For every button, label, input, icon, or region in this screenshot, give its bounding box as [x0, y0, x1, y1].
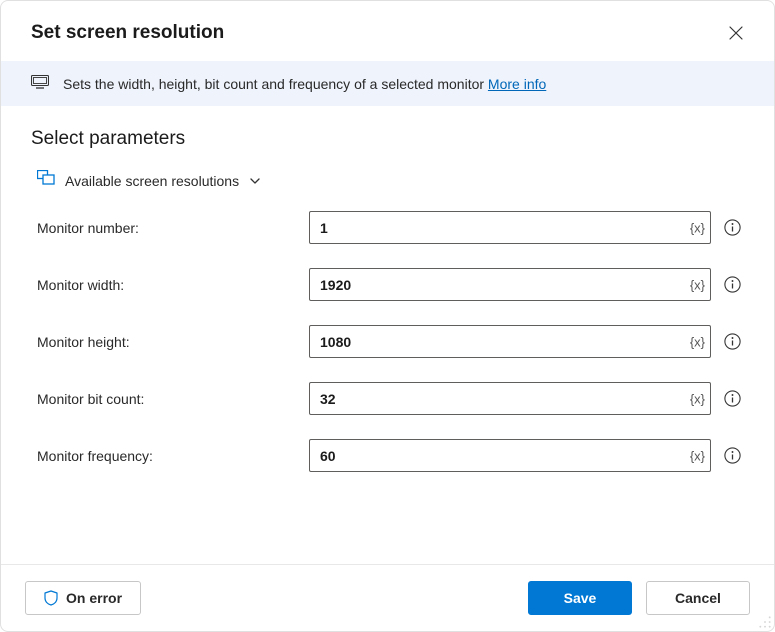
monitor-height-info[interactable]	[721, 331, 743, 353]
section-title: Select parameters	[31, 128, 744, 150]
monitor-width-input[interactable]	[309, 268, 711, 301]
info-icon	[724, 276, 741, 293]
info-banner-text: Sets the width, height, bit count and fr…	[63, 76, 546, 92]
info-banner-message: Sets the width, height, bit count and fr…	[63, 76, 488, 92]
monitor-bit-count-info[interactable]	[721, 388, 743, 410]
save-button[interactable]: Save	[528, 581, 632, 615]
expression-button[interactable]: {x}	[690, 448, 705, 463]
more-info-link[interactable]: More info	[488, 76, 546, 92]
expression-button[interactable]: {x}	[690, 220, 705, 235]
monitor-frequency-info[interactable]	[721, 445, 743, 467]
monitor-height-input-wrap: {x}	[309, 325, 711, 358]
available-resolutions-label: Available screen resolutions	[65, 173, 239, 189]
on-error-label: On error	[66, 590, 122, 606]
monitor-height-input[interactable]	[309, 325, 711, 358]
field-row-monitor-number: Monitor number: {x}	[31, 211, 744, 244]
resolutions-icon	[37, 170, 55, 191]
monitor-icon	[31, 75, 49, 92]
dialog-header: Set screen resolution	[1, 1, 774, 61]
monitor-number-info[interactable]	[721, 217, 743, 239]
field-row-monitor-bit-count: Monitor bit count: {x}	[31, 382, 744, 415]
info-banner: Sets the width, height, bit count and fr…	[1, 61, 774, 106]
dialog-title: Set screen resolution	[31, 22, 224, 44]
dialog-footer: On error Save Cancel	[1, 564, 774, 631]
cancel-button[interactable]: Cancel	[646, 581, 750, 615]
footer-actions: Save Cancel	[528, 581, 750, 615]
close-button[interactable]	[722, 19, 750, 47]
dialog-content: Select parameters Available screen resol…	[1, 106, 774, 564]
monitor-bit-count-input[interactable]	[309, 382, 711, 415]
available-resolutions-toggle[interactable]: Available screen resolutions	[37, 170, 744, 191]
monitor-number-input[interactable]	[309, 211, 711, 244]
resize-grip-icon[interactable]	[758, 615, 772, 629]
expression-button[interactable]: {x}	[690, 277, 705, 292]
monitor-height-label: Monitor height:	[37, 334, 309, 350]
on-error-button[interactable]: On error	[25, 581, 141, 615]
chevron-down-icon	[249, 175, 261, 187]
monitor-number-input-wrap: {x}	[309, 211, 711, 244]
monitor-frequency-input[interactable]	[309, 439, 711, 472]
monitor-bit-count-input-wrap: {x}	[309, 382, 711, 415]
monitor-width-input-wrap: {x}	[309, 268, 711, 301]
expression-button[interactable]: {x}	[690, 391, 705, 406]
info-icon	[724, 333, 741, 350]
shield-icon	[44, 590, 58, 606]
field-row-monitor-height: Monitor height: {x}	[31, 325, 744, 358]
field-row-monitor-width: Monitor width: {x}	[31, 268, 744, 301]
monitor-width-label: Monitor width:	[37, 277, 309, 293]
monitor-frequency-label: Monitor frequency:	[37, 448, 309, 464]
info-icon	[724, 219, 741, 236]
info-icon	[724, 390, 741, 407]
monitor-number-label: Monitor number:	[37, 220, 309, 236]
info-icon	[724, 447, 741, 464]
dialog: Set screen resolution Sets the width, he…	[0, 0, 775, 632]
monitor-frequency-input-wrap: {x}	[309, 439, 711, 472]
expression-button[interactable]: {x}	[690, 334, 705, 349]
field-row-monitor-frequency: Monitor frequency: {x}	[31, 439, 744, 472]
monitor-width-info[interactable]	[721, 274, 743, 296]
monitor-bit-count-label: Monitor bit count:	[37, 391, 309, 407]
close-icon	[729, 26, 743, 40]
